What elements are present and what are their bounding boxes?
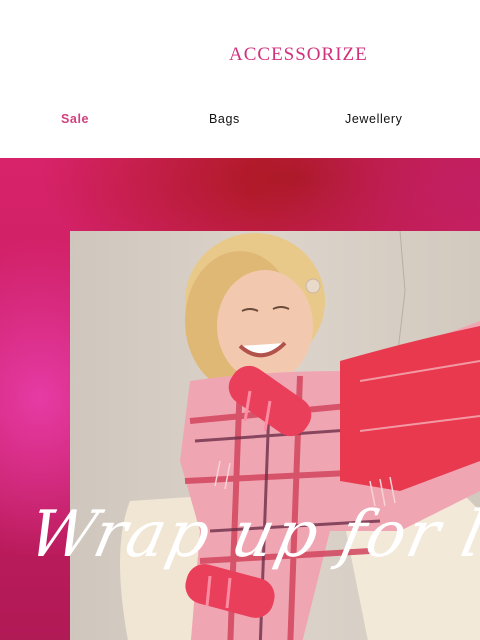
nav-item-sale[interactable]: Sale	[61, 112, 89, 126]
nav-item-bags[interactable]: Bags	[209, 112, 240, 126]
brand-logo[interactable]: ACCESSORIZE	[229, 44, 368, 66]
site-header: ACCESSORIZE Sale Bags Jewellery	[0, 0, 480, 158]
hero-headline: Wrap up for l	[22, 498, 480, 572]
hero-photo[interactable]	[70, 231, 480, 640]
category-nav: Sale Bags Jewellery	[0, 112, 480, 128]
hero-photo-illustration	[120, 231, 480, 640]
hero-banner[interactable]: Wrap up for l	[0, 158, 480, 640]
nav-item-jewellery[interactable]: Jewellery	[345, 112, 403, 126]
